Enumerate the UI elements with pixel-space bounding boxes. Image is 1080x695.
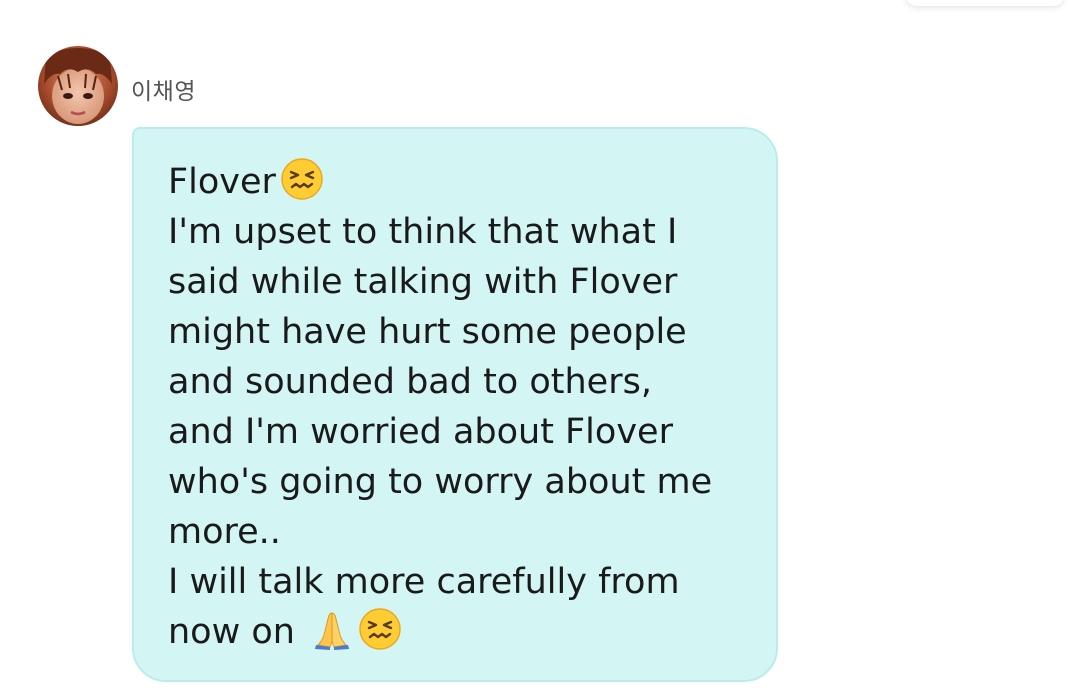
folded-hands-icon: [310, 607, 354, 651]
message-line: Flover: [168, 157, 712, 207]
message-line: might have hurt some people: [168, 312, 687, 352]
message-text: Flover I'm upset to think that what I sa…: [168, 157, 712, 657]
sender-avatar[interactable]: [38, 46, 118, 126]
message-bubble[interactable]: Flover I'm upset to think that what I sa…: [132, 127, 778, 682]
sender-name: 이채영: [131, 79, 196, 105]
message-line: said while talking with Flover: [168, 262, 678, 302]
message-line: I will talk more carefully from: [168, 562, 680, 602]
confounded-face-icon: [280, 157, 324, 201]
profile-photo-icon: [38, 46, 118, 126]
confounded-face-icon: [358, 607, 402, 651]
message-line: I'm upset to think that what I: [168, 212, 678, 252]
message-line: and sounded bad to others,: [168, 362, 652, 402]
message-line: and I'm worried about Flover: [168, 412, 673, 452]
message-line: now on: [168, 607, 712, 657]
previous-element-edge: [905, 0, 1065, 6]
message-line: who's going to worry about me: [168, 462, 713, 502]
chat-screen: 이채영 Flover I'm upset to think that what …: [0, 0, 1080, 695]
message-line: more..: [168, 512, 281, 552]
